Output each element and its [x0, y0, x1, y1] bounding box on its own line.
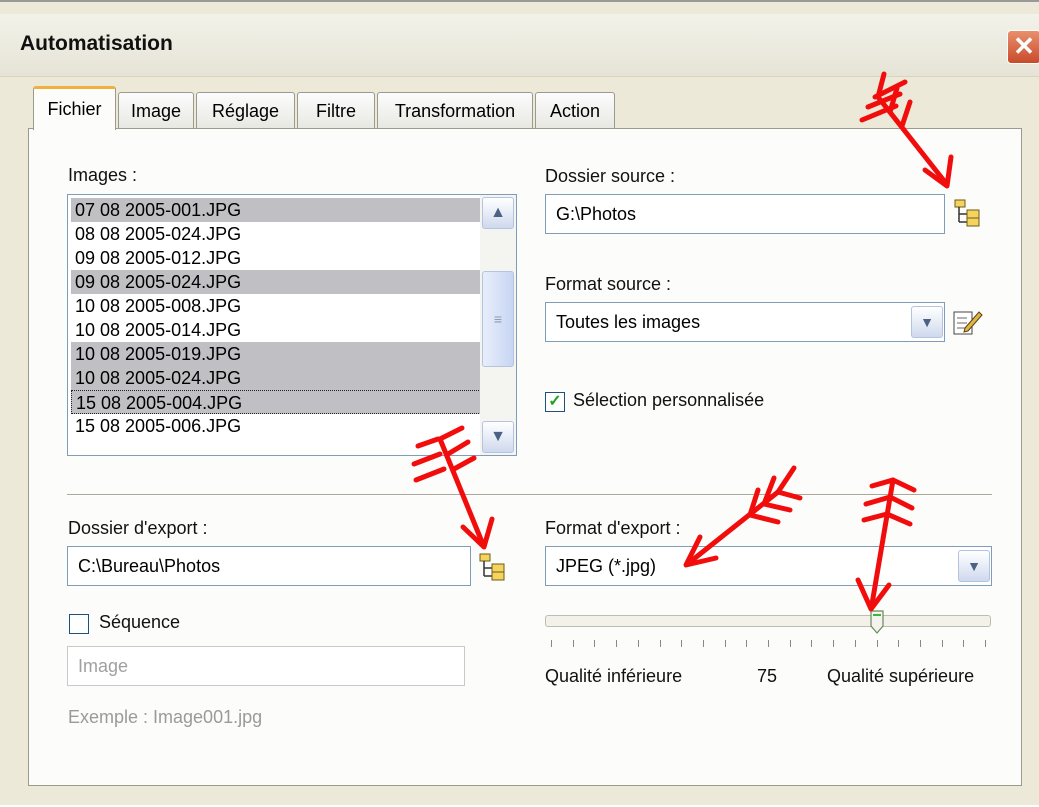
- export-format-label: Format d'export :: [545, 518, 681, 538]
- source-format-select[interactable]: Toutes les images ▼: [545, 302, 945, 342]
- close-button[interactable]: ✕: [1007, 30, 1039, 64]
- slider-tick: [594, 640, 596, 647]
- quality-max-label: Qualité supérieure: [827, 666, 975, 686]
- slider-tick: [898, 640, 900, 647]
- list-item[interactable]: 07 08 2005-001.JPG: [71, 198, 481, 222]
- source-folder-label: Dossier source :: [545, 166, 676, 186]
- list-item-partial: ​: [71, 438, 481, 452]
- source-folder-input[interactable]: G:\Photos: [545, 194, 945, 234]
- sequence-name-input[interactable]: Image: [67, 646, 465, 686]
- slider-tick: [811, 640, 813, 647]
- tab-fichier[interactable]: Fichier: [33, 86, 116, 130]
- slider-tick: [789, 640, 791, 647]
- tab-action[interactable]: Action: [535, 92, 615, 128]
- custom-selection-checkbox[interactable]: ✓: [545, 392, 565, 412]
- section-divider: [67, 494, 992, 496]
- scroll-down-button[interactable]: ▼: [482, 421, 514, 453]
- slider-tick: [681, 640, 683, 647]
- images-scrollbar[interactable]: ▲ ≡ ▼: [480, 195, 516, 455]
- folder-tree-icon[interactable]: [951, 196, 983, 228]
- slider-tick: [637, 640, 639, 647]
- list-item[interactable]: 09 08 2005-012.JPG: [71, 246, 481, 270]
- slider-tick: [854, 640, 856, 647]
- tab-image[interactable]: Image: [118, 92, 194, 128]
- chevron-down-icon[interactable]: ▼: [958, 550, 990, 582]
- list-item[interactable]: 15 08 2005-006.JPG: [71, 414, 481, 438]
- slider-tick: [746, 640, 748, 647]
- export-folder-label: Dossier d'export :: [68, 518, 208, 538]
- list-item[interactable]: 10 08 2005-024.JPG: [71, 366, 481, 390]
- source-format-value: Toutes les images: [556, 312, 701, 332]
- slider-tick: [833, 640, 835, 647]
- window-title: Automatisation: [20, 32, 173, 55]
- automation-dialog: Automatisation ✕ Fichier Image Réglage F…: [0, 0, 1039, 805]
- example-text: Exemple : Image001.jpg: [68, 707, 263, 727]
- slider-tick: [941, 640, 943, 647]
- images-listbox[interactable]: 07 08 2005-001.JPG 08 08 2005-024.JPG 09…: [67, 194, 517, 456]
- folder-tree-icon[interactable]: [476, 550, 508, 582]
- list-item[interactable]: 10 08 2005-014.JPG: [71, 318, 481, 342]
- tab-reglage[interactable]: Réglage: [196, 92, 295, 128]
- list-item[interactable]: 10 08 2005-008.JPG: [71, 294, 481, 318]
- images-label: Images :: [68, 165, 138, 185]
- scroll-thumb[interactable]: ≡: [482, 271, 514, 367]
- slider-tick: [768, 640, 769, 647]
- sequence-label: Séquence: [99, 612, 181, 632]
- quality-min-label: Qualité inférieure: [545, 666, 683, 686]
- slider-tick: [963, 640, 965, 647]
- custom-selection-label: Sélection personnalisée: [573, 390, 765, 410]
- slider-tick: [702, 640, 704, 647]
- quality-slider-handle[interactable]: [869, 610, 884, 634]
- export-folder-input[interactable]: C:\Bureau\Photos: [67, 546, 471, 586]
- slider-tick: [551, 640, 552, 647]
- sequence-checkbox[interactable]: [69, 614, 89, 634]
- slider-tick: [659, 640, 661, 647]
- list-item[interactable]: 10 08 2005-019.JPG: [71, 342, 481, 366]
- export-format-select[interactable]: JPEG (*.jpg) ▼: [545, 546, 992, 586]
- chevron-down-icon[interactable]: ▼: [911, 306, 943, 338]
- list-item[interactable]: 09 08 2005-024.JPG: [71, 270, 481, 294]
- export-format-value: JPEG (*.jpg): [556, 556, 657, 576]
- scroll-up-button[interactable]: ▲: [482, 197, 514, 229]
- slider-tick: [724, 640, 726, 647]
- list-item[interactable]: 15 08 2005-004.JPG: [71, 390, 481, 414]
- quality-slider-track[interactable]: [545, 615, 991, 627]
- slider-tick: [919, 640, 921, 647]
- slider-tick: [876, 640, 878, 647]
- list-item[interactable]: 08 08 2005-024.JPG: [71, 222, 481, 246]
- slider-tick: [616, 640, 618, 647]
- quality-value: 75: [757, 666, 778, 686]
- tab-filtre[interactable]: Filtre: [297, 92, 375, 128]
- slider-tick: [985, 640, 986, 647]
- source-format-label: Format source :: [545, 274, 672, 294]
- title-bar: Automatisation ✕: [0, 14, 1039, 77]
- slider-tick: [572, 640, 574, 647]
- tab-transformation[interactable]: Transformation: [377, 92, 533, 128]
- edit-pencil-icon[interactable]: [951, 306, 983, 338]
